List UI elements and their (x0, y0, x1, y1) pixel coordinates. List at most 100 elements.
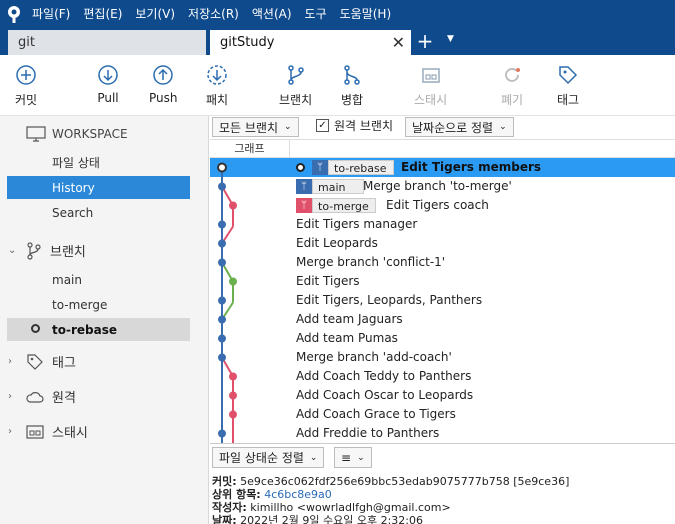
tab-label: gitStudy (220, 35, 275, 50)
sidebar-item-search[interactable]: Search (7, 201, 190, 224)
tag-label: 태그 (556, 93, 580, 107)
commit-dot[interactable] (217, 162, 227, 173)
commit-message: Merge branch 'add-coach' (296, 350, 452, 364)
detail-key: 날짜: (212, 514, 237, 524)
commit-dot[interactable] (218, 182, 226, 191)
pull-label: Pull (97, 91, 119, 105)
commit-dot[interactable] (218, 239, 226, 248)
tag-icon (27, 353, 43, 370)
sidebar-item-history[interactable]: History (7, 176, 190, 199)
menu-actions[interactable]: 액션(A) (252, 5, 292, 22)
branches-label: 브랜치 (50, 245, 86, 260)
commit-message: Add Coach Oscar to Leopards (296, 388, 474, 402)
commit-dot[interactable] (218, 220, 226, 229)
push-button[interactable]: Push (149, 63, 178, 105)
sidebar-item-label: History (52, 180, 95, 195)
commit-dot[interactable] (229, 391, 237, 400)
merge-button[interactable]: 병합 (340, 63, 364, 108)
commit-message: Merge branch 'conflict-1' (296, 255, 446, 269)
commit-dot[interactable] (229, 201, 237, 210)
add-tab-icon[interactable]: + (416, 29, 434, 53)
commit-list-header: 그래프 (210, 139, 675, 158)
parent-hash-link[interactable]: 4c6bc8e9a0 (264, 488, 332, 501)
commit-dot[interactable] (218, 258, 226, 267)
chevron-right-icon[interactable]: › (8, 356, 20, 367)
branch-filter-dropdown[interactable]: 모든 브랜치 ⌄ (212, 117, 299, 137)
file-sort-dropdown[interactable]: 파일 상태순 정렬 ⌄ (212, 447, 325, 468)
chevron-down-icon[interactable]: ⌄ (8, 245, 20, 256)
commit-message: Add Coach Grace to Tigers (296, 407, 456, 421)
tags-header[interactable]: › 태그 (8, 352, 76, 371)
remotes-header[interactable]: › 원격 (8, 387, 76, 406)
arrow-down-circle-icon (98, 65, 118, 85)
discard-button[interactable]: 폐기 (500, 63, 524, 108)
sidebar: WORKSPACE 파일 상태 History Search ⌄ 브랜치 mai… (0, 116, 209, 524)
sort-dropdown[interactable]: 날짜순으로 정렬 ⌄ (405, 117, 514, 137)
tab-gitstudy[interactable]: gitStudy ✕ (210, 30, 411, 55)
commit-dot[interactable] (218, 334, 226, 343)
commit-hash: 5e9ce36c062fdf256e69bbc53edab9075777b758… (240, 475, 570, 488)
stashes-header[interactable]: › 스태시 (8, 422, 88, 441)
branch-badge[interactable]: ᛘ to-rebase (312, 160, 394, 175)
chevron-down-icon: ⌄ (357, 452, 365, 463)
workspace-label: WORKSPACE (52, 127, 128, 141)
chevron-down-icon[interactable]: ▼ (447, 34, 454, 44)
detail-key: 작성자: (212, 501, 247, 514)
commit-dot[interactable] (218, 315, 226, 324)
remotes-label: 원격 (52, 391, 76, 406)
stash-button[interactable]: 스태시 (414, 63, 447, 108)
merge-icon (344, 65, 360, 85)
pull-button[interactable]: Pull (96, 63, 120, 105)
branches-header[interactable]: ⌄ 브랜치 (8, 241, 86, 260)
commit-dot[interactable] (229, 277, 237, 286)
branch-button[interactable]: 브랜치 (279, 63, 312, 108)
close-icon[interactable]: ✕ (392, 33, 405, 52)
author-row: 작성자: kimillho <wowrladlfgh@gmail.com> (212, 501, 675, 514)
sidebar-item-label: Search (52, 205, 94, 220)
sidebar-item-file-status[interactable]: 파일 상태 (7, 151, 190, 174)
sidebar-item-to-rebase[interactable]: to-rebase (7, 318, 190, 341)
commit-dot[interactable] (229, 410, 237, 419)
commit-message: Edit Tigers manager (296, 217, 418, 231)
chevron-right-icon[interactable]: › (8, 391, 20, 402)
commit-dot[interactable] (218, 429, 226, 438)
date-row: 날짜: 2022년 2월 9일 수요일 오후 2:32:06 (212, 514, 675, 524)
branch-icon (27, 241, 41, 260)
toolbar: 커밋 Pull Push 패치 브랜치 병합 스태시 폐기 태그 (0, 55, 675, 116)
chevron-right-icon[interactable]: › (8, 426, 20, 437)
menu-tools[interactable]: 도구 (305, 5, 327, 22)
graph-column-header[interactable]: 그래프 (210, 140, 290, 158)
branch-icon: ᛘ (296, 179, 312, 194)
menu-repository[interactable]: 저장소(R) (188, 5, 239, 22)
menu-view[interactable]: 보기(V) (135, 5, 175, 22)
tag-button[interactable]: 태그 (556, 63, 580, 108)
view-mode-dropdown[interactable]: ≡ ⌄ (334, 447, 372, 468)
current-branch-icon (296, 163, 305, 172)
commit-button[interactable]: 커밋 (14, 63, 38, 108)
remote-branches-checkbox[interactable]: ✓ 원격 브랜치 (316, 117, 393, 134)
sidebar-item-to-merge[interactable]: to-merge (7, 293, 190, 316)
branch-icon: ᛘ (296, 198, 312, 213)
commit-dot[interactable] (218, 296, 226, 305)
plus-circle-icon (16, 65, 36, 85)
fetch-label: 패치 (205, 93, 229, 107)
chevron-down-icon: ⌄ (284, 122, 292, 132)
menu-file[interactable]: 파일(F) (32, 5, 70, 22)
menu-help[interactable]: 도움말(H) (340, 5, 392, 22)
commit-dot[interactable] (218, 353, 226, 362)
push-label: Push (149, 91, 178, 105)
menu-edit[interactable]: 편집(E) (83, 5, 122, 22)
merge-label: 병합 (340, 93, 364, 107)
fetch-button[interactable]: 패치 (205, 63, 229, 108)
tab-git[interactable]: git (8, 30, 206, 55)
dropdown-label: 모든 브랜치 (219, 120, 279, 135)
menu-bar: 파일(F) 편집(E) 보기(V) 저장소(R) 액션(A) 도구 도움말(H) (0, 0, 675, 27)
sidebar-item-main[interactable]: main (7, 268, 190, 291)
branch-badge[interactable]: ᛘ to-merge (296, 198, 376, 213)
arrow-up-circle-icon (153, 65, 173, 85)
commit-message: Edit Leopards (296, 236, 378, 250)
discard-icon (505, 68, 520, 82)
commit-dot[interactable] (229, 372, 237, 381)
checkbox-checked-icon[interactable]: ✓ (316, 119, 329, 132)
branch-badge[interactable]: ᛘ main (296, 179, 364, 194)
